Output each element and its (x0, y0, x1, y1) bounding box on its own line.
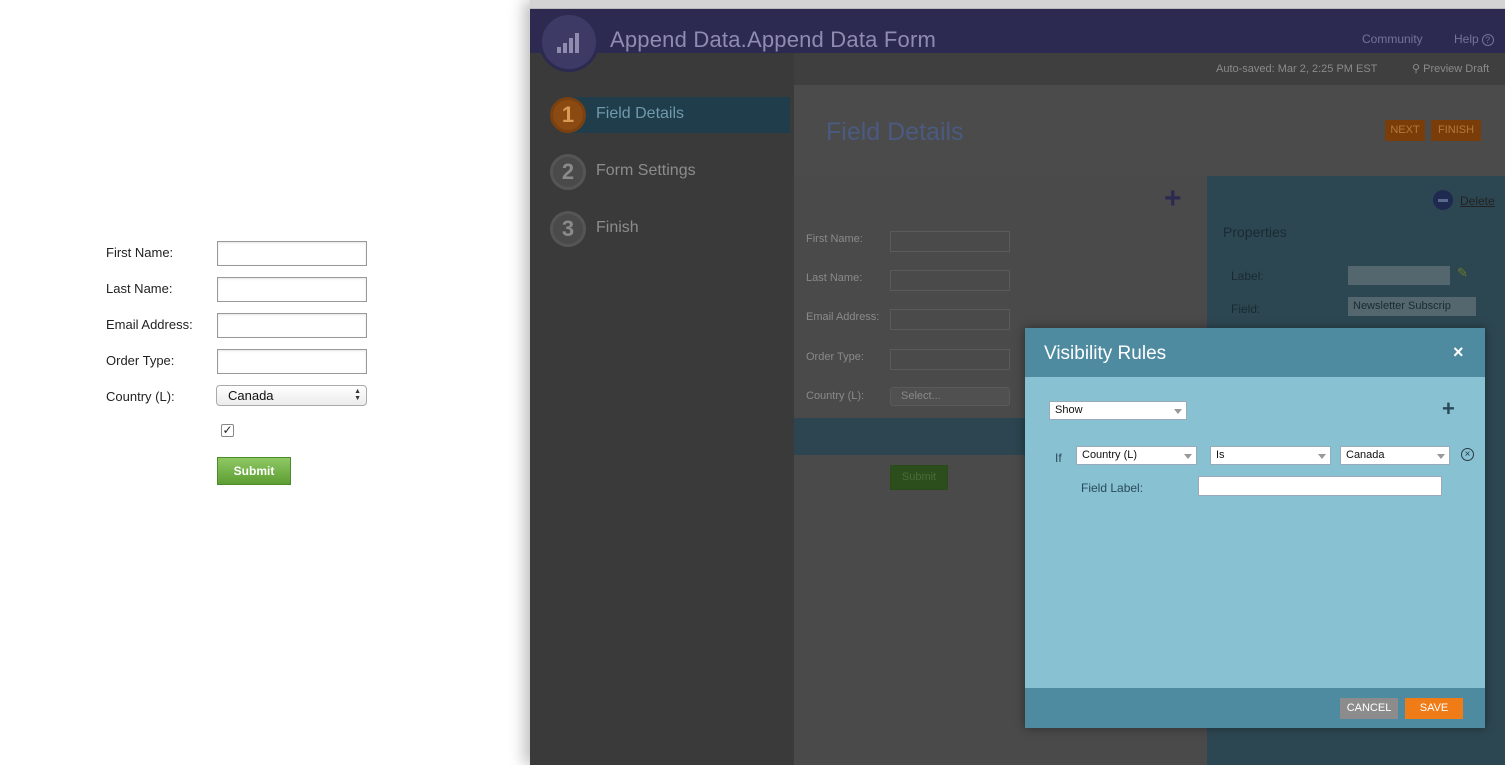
field-label-input[interactable] (1198, 476, 1442, 496)
dropdown-caret-icon (1437, 454, 1445, 459)
canvas-submit-button[interactable]: Submit (890, 465, 948, 490)
add-field-icon[interactable]: + (1164, 184, 1182, 214)
rule-operator-value: Is (1216, 449, 1225, 461)
last-name-input[interactable] (217, 277, 367, 302)
step-label: Field Details (596, 105, 685, 122)
dialog-footer: CANCEL SAVE (1025, 688, 1485, 728)
order-type-input[interactable] (217, 349, 367, 374)
step-number: 1 (550, 97, 586, 133)
dialog-header: Visibility Rules × (1025, 328, 1485, 377)
visibility-action-select[interactable]: Show (1049, 401, 1187, 420)
rule-value-select[interactable]: Canada (1340, 446, 1450, 465)
rule-field-select[interactable]: Country (L) (1076, 446, 1197, 465)
prop-field-label: Field: (1231, 302, 1261, 316)
step-label: Form Settings (596, 162, 696, 179)
country-select[interactable]: Canada ▲ ▼ (216, 385, 367, 406)
canvas-field-label: First Name: (806, 233, 863, 245)
preview-draft-button[interactable]: ⚲ Preview Draft (1412, 62, 1489, 75)
canvas-field-label: Country (L): (806, 390, 865, 402)
help-link-label: Help (1454, 32, 1479, 46)
visibility-action-value: Show (1055, 404, 1083, 416)
app-header: Append Data.Append Data Form Community H… (530, 9, 1505, 53)
browser-chrome-strip (530, 0, 1505, 9)
pencil-icon[interactable]: ✎ (1457, 265, 1468, 281)
submit-button[interactable]: Submit (217, 457, 291, 485)
rule-value: Canada (1346, 449, 1385, 461)
step-label: Finish (596, 219, 639, 236)
next-button[interactable]: NEXT (1385, 120, 1425, 141)
editor-subheader: Auto-saved: Mar 2, 2:25 PM EST ⚲ Preview… (794, 53, 1505, 85)
dropdown-caret-icon (1174, 409, 1182, 414)
add-rule-icon[interactable]: + (1442, 398, 1455, 420)
prop-label-input[interactable] (1348, 266, 1450, 285)
search-icon: ⚲ (1412, 63, 1424, 75)
autosave-status: Auto-saved: Mar 2, 2:25 PM EST (1216, 63, 1378, 75)
field-label-label: Field Label: (1081, 481, 1144, 495)
finish-button[interactable]: FINISH (1431, 120, 1481, 141)
help-icon: ? (1481, 34, 1494, 46)
first-name-input[interactable] (217, 241, 367, 266)
first-name-label: First Name: (106, 245, 174, 260)
close-icon[interactable]: × (1453, 342, 1464, 362)
order-type-label: Order Type: (106, 353, 175, 368)
country-select-value: Canada (228, 388, 274, 403)
save-button[interactable]: SAVE (1405, 698, 1463, 719)
steps-nav: 1 Field Details 2 Form Settings 3 Finish (530, 53, 794, 765)
title-row: Field Details NEXT FINISH (794, 85, 1505, 176)
country-label: Country (L): (106, 389, 175, 404)
opt-in-checkbox[interactable]: ✓ (221, 424, 234, 437)
prop-field-select[interactable]: Newsletter Subscrip (1348, 297, 1476, 316)
delete-icon[interactable] (1433, 190, 1453, 210)
if-label: If (1055, 451, 1062, 465)
form-preview: First Name: Last Name: Email Address: Or… (0, 0, 530, 765)
select-arrows-icon: ▲ ▼ (354, 388, 361, 402)
last-name-label: Last Name: (106, 281, 173, 296)
canvas-field-input[interactable] (890, 309, 1010, 330)
canvas-field-label: Last Name: (806, 272, 863, 284)
canvas-field-input[interactable] (890, 231, 1010, 252)
app-title: Append Data.Append Data Form (610, 27, 937, 52)
dropdown-caret-icon (1318, 454, 1326, 459)
email-input[interactable] (217, 313, 367, 338)
properties-title: Properties (1223, 224, 1287, 240)
visibility-rules-dialog: Visibility Rules × Show + If Country (L)… (1025, 328, 1485, 728)
canvas-country-select[interactable]: Select... (890, 387, 1010, 406)
email-label: Email Address: (106, 317, 193, 332)
canvas-field-input[interactable] (890, 270, 1010, 291)
marketo-logo-icon[interactable] (539, 12, 599, 72)
remove-rule-icon[interactable]: × (1461, 448, 1474, 461)
dialog-title: Visibility Rules (1044, 343, 1167, 364)
cancel-button[interactable]: CANCEL (1340, 698, 1398, 719)
canvas-field-label: Email Address: (806, 311, 880, 323)
prop-label-label: Label: (1231, 269, 1264, 283)
rule-operator-select[interactable]: Is (1210, 446, 1331, 465)
preview-draft-label: Preview Draft (1423, 63, 1490, 75)
step-number: 2 (550, 154, 586, 190)
community-link[interactable]: Community (1362, 32, 1423, 46)
canvas-field-label: Order Type: (806, 351, 864, 363)
rule-field-value: Country (L) (1082, 449, 1138, 461)
step-number: 3 (550, 211, 586, 247)
help-link[interactable]: Help? (1454, 32, 1494, 46)
dropdown-caret-icon (1184, 454, 1192, 459)
page-title: Field Details (826, 118, 964, 146)
canvas-field-input[interactable] (890, 349, 1010, 370)
delete-link[interactable]: Delete (1460, 194, 1495, 208)
